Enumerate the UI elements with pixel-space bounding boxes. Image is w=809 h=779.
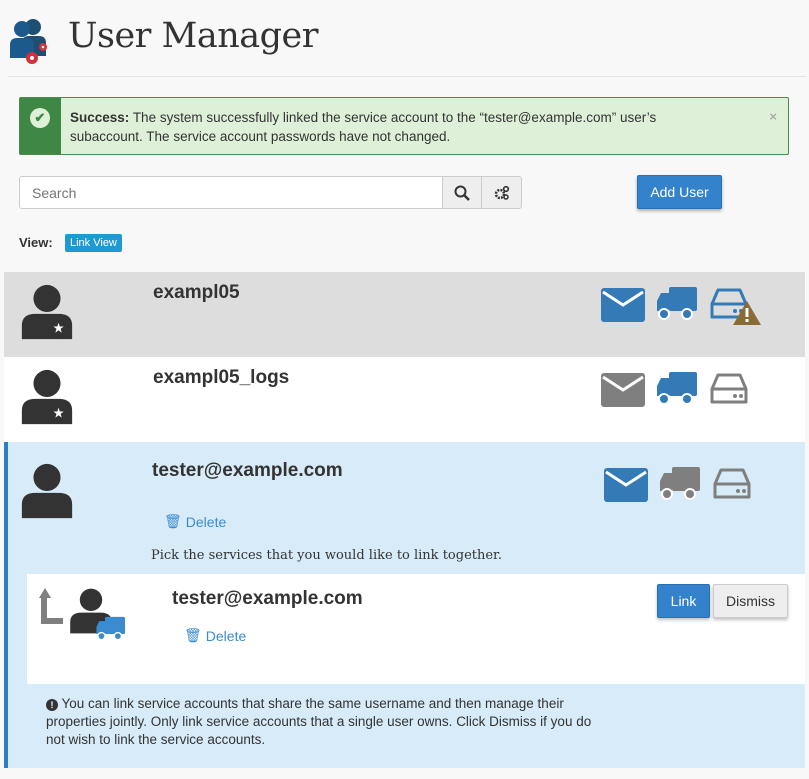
exclamation-circle-icon: ! bbox=[46, 699, 58, 711]
search-options-button[interactable] bbox=[481, 176, 522, 209]
view-label: View: bbox=[19, 235, 53, 250]
delete-link[interactable]: 🗑 Delete bbox=[164, 513, 226, 530]
link-info-text: You can link service accounts that share… bbox=[46, 696, 592, 747]
ftp-truck-icon[interactable] bbox=[658, 466, 700, 502]
close-alert-button[interactable]: × bbox=[769, 109, 777, 124]
username: exampl05 bbox=[153, 282, 240, 303]
email-icon[interactable] bbox=[604, 468, 648, 502]
delete-link[interactable]: 🗑 Delete bbox=[184, 627, 246, 644]
delete-label: Delete bbox=[185, 513, 227, 530]
username: exampl05_logs bbox=[153, 367, 290, 388]
svg-text:★: ★ bbox=[53, 320, 65, 335]
web-drive-icon[interactable] bbox=[710, 373, 748, 405]
check-circle-icon: ✔ bbox=[30, 108, 50, 128]
ftp-truck-icon[interactable] bbox=[655, 371, 697, 407]
svg-text:★: ★ bbox=[53, 405, 65, 420]
link-info: ! You can link service accounts that sha… bbox=[46, 695, 606, 749]
user-avatar-icon: ★ bbox=[18, 367, 76, 427]
search-icon bbox=[454, 185, 470, 201]
trash-icon: 🗑 bbox=[184, 627, 202, 643]
web-drive-icon[interactable] bbox=[713, 468, 751, 500]
user-row[interactable]: ★ exampl05 bbox=[4, 272, 805, 357]
ftp-truck-icon[interactable] bbox=[655, 286, 697, 322]
page-title: User Manager bbox=[68, 16, 319, 56]
email-icon[interactable] bbox=[601, 288, 645, 322]
divider bbox=[8, 76, 806, 77]
username: tester@example.com bbox=[152, 460, 343, 481]
users-gear-icon bbox=[8, 16, 52, 73]
ftp-truck-icon bbox=[95, 616, 125, 642]
username: tester@example.com bbox=[172, 588, 363, 609]
alert-label: Success: bbox=[70, 110, 130, 125]
warning-icon bbox=[733, 301, 761, 325]
link-prompt: Pick the services that you would like to… bbox=[151, 548, 502, 563]
search-button[interactable] bbox=[442, 176, 482, 209]
gears-icon bbox=[494, 185, 509, 200]
view-badge[interactable]: Link View bbox=[65, 234, 122, 252]
add-user-button[interactable]: Add User bbox=[637, 175, 722, 209]
trash-icon: 🗑 bbox=[164, 513, 182, 529]
link-candidate-panel: tester@example.com 🗑 Delete Link Dismiss bbox=[27, 574, 805, 684]
link-arrow-icon bbox=[39, 588, 63, 624]
user-avatar-icon bbox=[18, 460, 76, 522]
email-icon[interactable] bbox=[601, 373, 645, 407]
alert-message: The system successfully linked the servi… bbox=[70, 110, 657, 144]
delete-label: Delete bbox=[205, 627, 247, 644]
user-row[interactable]: ★ exampl05_logs bbox=[4, 357, 805, 442]
dismiss-button[interactable]: Dismiss bbox=[713, 584, 788, 618]
user-row-expanded[interactable]: tester@example.com 🗑 Delete Pick the serv… bbox=[4, 442, 805, 768]
search-input[interactable] bbox=[19, 176, 443, 209]
user-avatar-icon: ★ bbox=[18, 282, 76, 342]
link-button[interactable]: Link bbox=[657, 584, 710, 618]
success-alert: ✔ Success: The system successfully linke… bbox=[19, 97, 789, 155]
